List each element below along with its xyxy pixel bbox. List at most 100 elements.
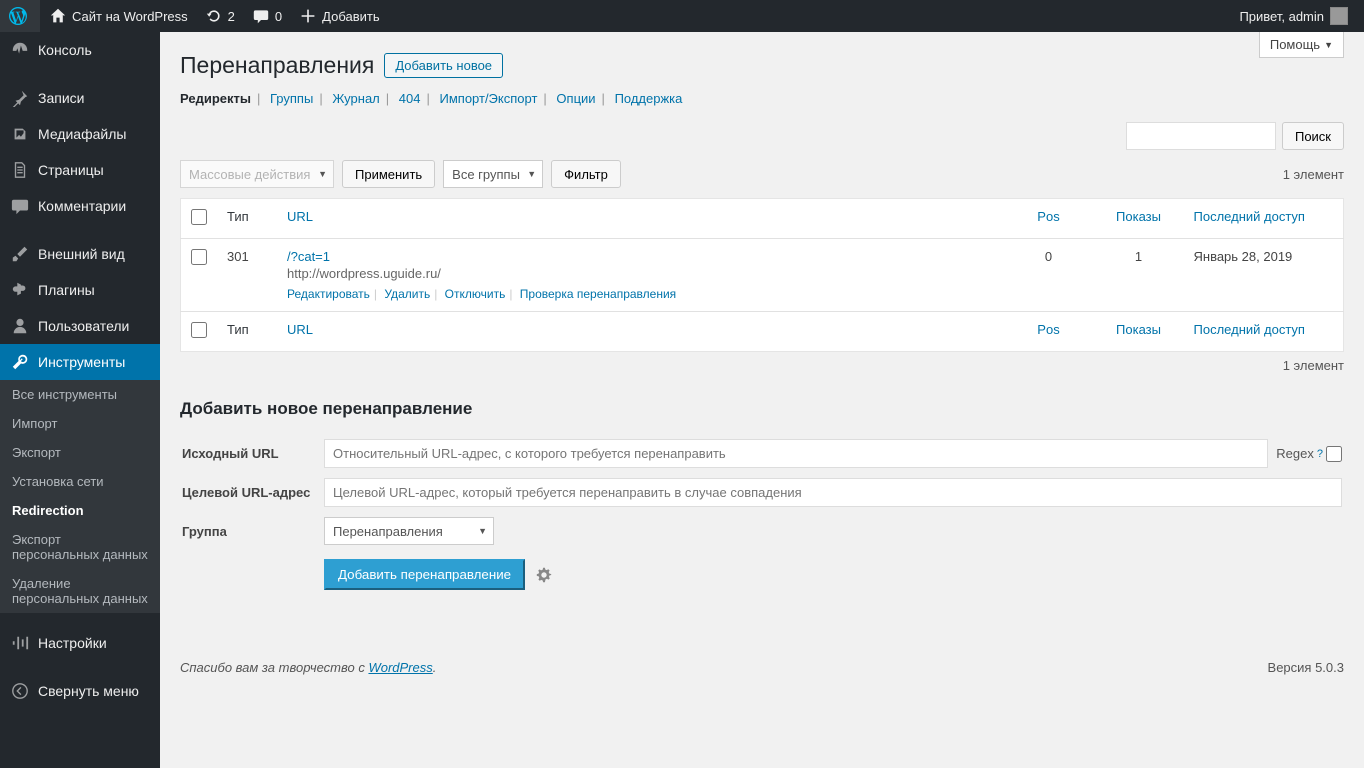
sidebar-item-users[interactable]: Пользователи [0,308,160,344]
bulk-actions-select[interactable]: Массовые действия [180,160,334,188]
regex-checkbox[interactable] [1326,446,1342,462]
comment-icon [10,196,30,216]
sidebar-label: Консоль [38,42,92,58]
sidebar-item-settings[interactable]: Настройки [0,625,160,661]
pin-icon [10,88,30,108]
groups-filter-select[interactable]: Все группы [443,160,543,188]
sub-navigation: Редиректы| Группы| Журнал| 404| Импорт/Э… [180,91,1344,106]
submenu-redirection[interactable]: Redirection [0,496,160,525]
row-pos: 0 [1004,239,1094,312]
wp-logo-button[interactable] [0,0,40,32]
sidebar-item-plugins[interactable]: Плагины [0,272,160,308]
updates-button[interactable]: 2 [196,0,243,32]
sidebar-item-dashboard[interactable]: Консоль [0,32,160,68]
avatar-icon [1330,7,1348,25]
col-pos[interactable]: Pos [1004,199,1094,239]
items-count-below: 1 элемент [180,358,1344,373]
sidebar-item-comments[interactable]: Комментарии [0,188,160,224]
tools-submenu: Все инструменты Импорт Экспорт Установка… [0,380,160,613]
subnav-support[interactable]: Поддержка [615,91,683,106]
row-hits: 1 [1094,239,1184,312]
target-url-label: Целевой URL-адрес [182,474,322,511]
brush-icon [10,244,30,264]
select-all-checkbox-foot[interactable] [191,322,207,338]
sidebar-label: Плагины [38,282,95,298]
group-label: Группа [182,513,322,549]
admin-sidebar: Консоль Записи Медиафайлы Страницы Комме… [0,32,160,768]
sidebar-label: Внешний вид [38,246,125,262]
table-row: 301 /?cat=1 http://wordpress.uguide.ru/ … [181,239,1344,312]
regex-label: Regex [1276,446,1314,461]
row-checkbox[interactable] [191,249,207,265]
row-action-disable[interactable]: Отключить [445,287,506,301]
chevron-down-icon: ▼ [1324,40,1333,50]
submenu-all-tools[interactable]: Все инструменты [0,380,160,409]
subnav-404[interactable]: 404 [399,91,421,106]
col-hits[interactable]: Показы [1094,199,1184,239]
filter-button[interactable]: Фильтр [551,160,621,188]
col-type: Тип [217,199,277,239]
subnav-import-export[interactable]: Импорт/Экспорт [440,91,538,106]
source-url-input[interactable] [324,439,1268,468]
redirects-table: Тип URL Pos Показы Последний доступ 301 … [180,198,1344,352]
select-all-checkbox[interactable] [191,209,207,225]
wordpress-link[interactable]: WordPress [368,660,432,675]
wordpress-icon [8,6,28,26]
collapse-menu-button[interactable]: Свернуть меню [0,673,160,709]
comments-count: 0 [275,9,282,24]
page-icon [10,160,30,180]
subnav-log[interactable]: Журнал [332,91,379,106]
submenu-export-personal[interactable]: Экспорт персональных данных [0,525,160,569]
col-url[interactable]: URL [277,199,1004,239]
search-input[interactable] [1126,122,1276,150]
sidebar-item-pages[interactable]: Страницы [0,152,160,188]
gear-icon[interactable] [535,566,553,584]
sidebar-label: Комментарии [38,198,126,214]
comments-button[interactable]: 0 [243,0,290,32]
row-action-edit[interactable]: Редактировать [287,287,370,301]
add-new-redirect-button[interactable]: Добавить новое [384,53,503,78]
submenu-import[interactable]: Импорт [0,409,160,438]
target-url-input[interactable] [324,478,1342,507]
sidebar-item-media[interactable]: Медиафайлы [0,116,160,152]
submenu-erase-personal[interactable]: Удаление персональных данных [0,569,160,613]
comment-icon [251,6,271,26]
plus-icon [298,6,318,26]
row-action-delete[interactable]: Удалить [384,287,430,301]
sidebar-item-tools[interactable]: Инструменты [0,344,160,380]
sidebar-item-posts[interactable]: Записи [0,80,160,116]
collapse-icon [10,681,30,701]
row-source-url[interactable]: /?cat=1 [287,249,994,264]
wrench-icon [10,352,30,372]
my-account-button[interactable]: Привет, admin [1231,0,1356,32]
site-name-button[interactable]: Сайт на WordPress [40,0,196,32]
sidebar-item-appearance[interactable]: Внешний вид [0,236,160,272]
updates-count: 2 [228,9,235,24]
media-icon [10,124,30,144]
user-icon [10,316,30,336]
subnav-groups[interactable]: Группы [270,91,313,106]
dashboard-icon [10,40,30,60]
apply-button[interactable]: Применить [342,160,435,188]
search-button[interactable]: Поиск [1282,122,1344,150]
page-title: Перенаправления [180,52,374,79]
col-last-access[interactable]: Последний доступ [1184,199,1344,239]
add-redirect-submit-button[interactable]: Добавить перенаправление [324,559,525,590]
sidebar-label: Инструменты [38,354,125,370]
regex-help-icon[interactable]: ? [1317,448,1323,460]
row-action-check[interactable]: Проверка перенаправления [520,287,676,301]
sidebar-label: Страницы [38,162,104,178]
submenu-export[interactable]: Экспорт [0,438,160,467]
site-name-label: Сайт на WordPress [72,9,188,24]
sidebar-label: Свернуть меню [38,683,139,699]
group-select[interactable]: Перенаправления [324,517,494,545]
add-form-title: Добавить новое перенаправление [180,399,1344,419]
plugin-icon [10,280,30,300]
subnav-options[interactable]: Опции [556,91,595,106]
add-new-button[interactable]: Добавить [290,0,387,32]
sidebar-label: Записи [38,90,84,106]
subnav-redirects[interactable]: Редиректы [180,91,251,106]
submenu-network-setup[interactable]: Установка сети [0,467,160,496]
help-tab-button[interactable]: Помощь ▼ [1259,32,1344,58]
sidebar-label: Пользователи [38,318,129,334]
